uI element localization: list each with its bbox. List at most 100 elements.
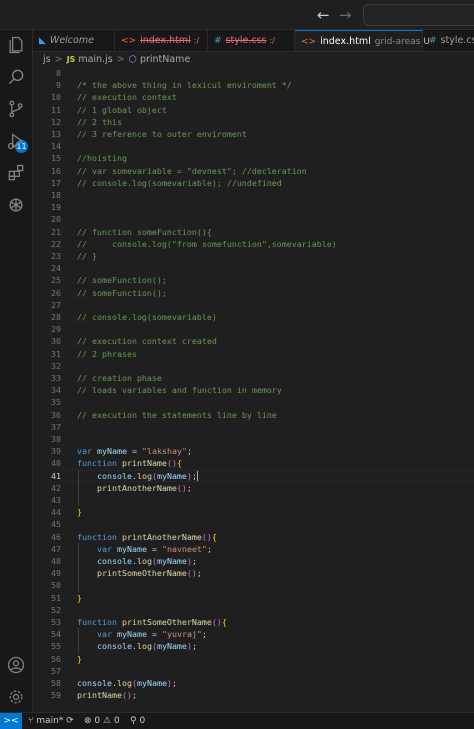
code-line[interactable]: 47 var myName = "navneet"; [33,543,474,555]
line-text: // execution context created [77,336,217,347]
code-line[interactable]: 20 [33,213,474,225]
openai-icon[interactable] [5,194,27,216]
code-line[interactable]: 16 // var somevariable = "devnest"; //dec… [33,165,474,177]
code-line[interactable]: 26 // someFunction(); [33,287,474,299]
line-number: 20 [51,214,61,225]
explorer-icon[interactable] [5,34,27,56]
tab-welcome[interactable]: ◣ Welcome [33,30,115,51]
tab-index-html-grid-areas[interactable]: <> index.html grid-areas U [295,30,430,51]
line-number: 45 [51,519,61,530]
code-line[interactable]: 24 [33,262,474,274]
line-number: 21 [51,226,61,237]
code-line[interactable]: 58 console.log(myName); [33,677,474,689]
code-line[interactable]: 31 // 2 phrases [33,348,474,360]
line-number: 54 [51,629,61,640]
text-cursor [196,471,198,482]
code-line[interactable]: 25 // someFunction(); [33,274,474,286]
code-line[interactable]: 41 console.log(myName); [33,469,474,482]
line-text: // someFunction(); [77,275,167,286]
code-line[interactable]: 17 // console.log(somevariable); //undefi… [33,177,474,189]
code-line[interactable]: 14 [33,140,474,152]
code-line[interactable]: 30 // execution context created [33,335,474,347]
code-line[interactable]: 50 [33,579,474,591]
line-text: function printName(){ [77,458,182,469]
code-line[interactable]: 9 /* the above thing in lexicul enviromen… [33,79,474,91]
line-number: 43 [51,495,61,505]
code-line[interactable]: 45 [33,518,474,530]
line-number: 48 [51,556,61,566]
code-line[interactable]: 48 console.log(myName); [33,555,474,567]
code-line[interactable]: 55 console.log(myName); [33,640,474,652]
line-number: 14 [51,141,61,152]
activity-bar: 11 [0,30,33,712]
code-line[interactable]: 43 [33,494,474,506]
code-line[interactable]: 10 // execution context [33,91,474,103]
code-editor[interactable]: 8 9 /* the above thing in lexicul envirome… [33,67,474,712]
code-line[interactable]: 13 // 3 reference to outer enviroment [33,128,474,140]
code-line[interactable]: 12 // 2 this [33,116,474,128]
code-line[interactable]: 18 [33,189,474,201]
error-icon: ⊗ [84,716,92,726]
breadcrumb-file[interactable]: main.js [78,54,112,65]
code-line[interactable]: 54 var myName = "yuvraj"; [33,628,474,640]
code-line[interactable]: 32 [33,360,474,372]
tab-style-css[interactable]: # style.css:/ [208,30,295,51]
code-line[interactable]: 8 [33,67,474,79]
ports-indicator[interactable]: ⚲ 0 [130,713,145,729]
settings-gear-icon[interactable] [5,686,27,708]
code-line[interactable]: 37 [33,421,474,433]
code-line[interactable]: 23 // } [33,250,474,262]
tab-index-html[interactable]: <> index.html:/ [115,30,208,51]
code-line[interactable]: 46 function printAnotherName(){ [33,531,474,543]
line-number: 38 [51,434,61,444]
code-line[interactable]: 29 [33,323,474,335]
code-line[interactable]: 19 [33,201,474,213]
line-text: printName(); [77,690,137,701]
code-line[interactable]: 39 var myName = "lakshay"; [33,445,474,457]
code-line[interactable]: 22 // console.log("from somefunction",som… [33,238,474,250]
extensions-icon[interactable] [5,162,27,184]
breadcrumb-symbol[interactable]: printName [140,54,190,65]
command-center-search[interactable] [363,4,474,26]
line-number: 17 [51,177,61,188]
code-line[interactable]: 15 //hoisting [33,152,474,164]
code-line[interactable]: 38 [33,433,474,445]
source-control-icon[interactable] [5,98,27,120]
code-line[interactable]: 56} [33,653,474,665]
code-line[interactable]: 36 // execution the statements line by li… [33,409,474,421]
remote-indicator-icon[interactable]: >< [0,713,22,729]
code-line[interactable]: 59 printName(); [33,689,474,701]
account-icon[interactable] [5,654,27,676]
code-line[interactable]: 40 function printName(){ [33,457,474,469]
code-line[interactable]: 57 [33,665,474,677]
code-line[interactable]: 51} [33,592,474,604]
code-line[interactable]: 35 [33,396,474,408]
code-line[interactable]: 42 printAnotherName(); [33,482,474,494]
line-number: 42 [51,482,61,493]
html-code-icon: <> [301,37,317,47]
branch-indicator[interactable]: ⑂ main* ⟳ [28,713,74,729]
code-line[interactable]: 49 printSomeOtherName(); [33,567,474,579]
run-debug-icon[interactable] [5,130,27,152]
breadcrumb-folder[interactable]: js [43,54,51,65]
css-hash-icon: # [429,36,437,46]
code-line[interactable]: 34 // loads variables and function in mem… [33,384,474,396]
code-line[interactable]: 53 function printSomeOtherName(){ [33,616,474,628]
code-line[interactable]: 21 // function someFunction(){ [33,226,474,238]
search-icon[interactable] [5,66,27,88]
code-line[interactable]: 27 [33,299,474,311]
code-line[interactable]: 28 // console.log(somevariable) [33,311,474,323]
problems-indicator[interactable]: ⊗ 0 ⚠ 0 [84,713,120,729]
arrow-right-icon[interactable]: → [339,6,352,24]
tab-style-css-2[interactable]: # style.cs [423,30,474,51]
line-text: } [77,507,82,518]
arrow-left-icon[interactable]: ← [317,6,330,24]
code-line[interactable]: 33 // creation phase [33,372,474,384]
code-line[interactable]: 52 [33,604,474,616]
code-line[interactable]: 11 // 1 global object [33,104,474,116]
editor-tabs: ◣ Welcome <> index.html:/ # style.css:/ <> i… [33,30,474,52]
code-line[interactable]: 44} [33,506,474,518]
line-number: 18 [51,190,61,200]
breadcrumb: js > JS main.js > ⬡ printName [33,52,474,67]
line-number: 24 [51,263,61,274]
